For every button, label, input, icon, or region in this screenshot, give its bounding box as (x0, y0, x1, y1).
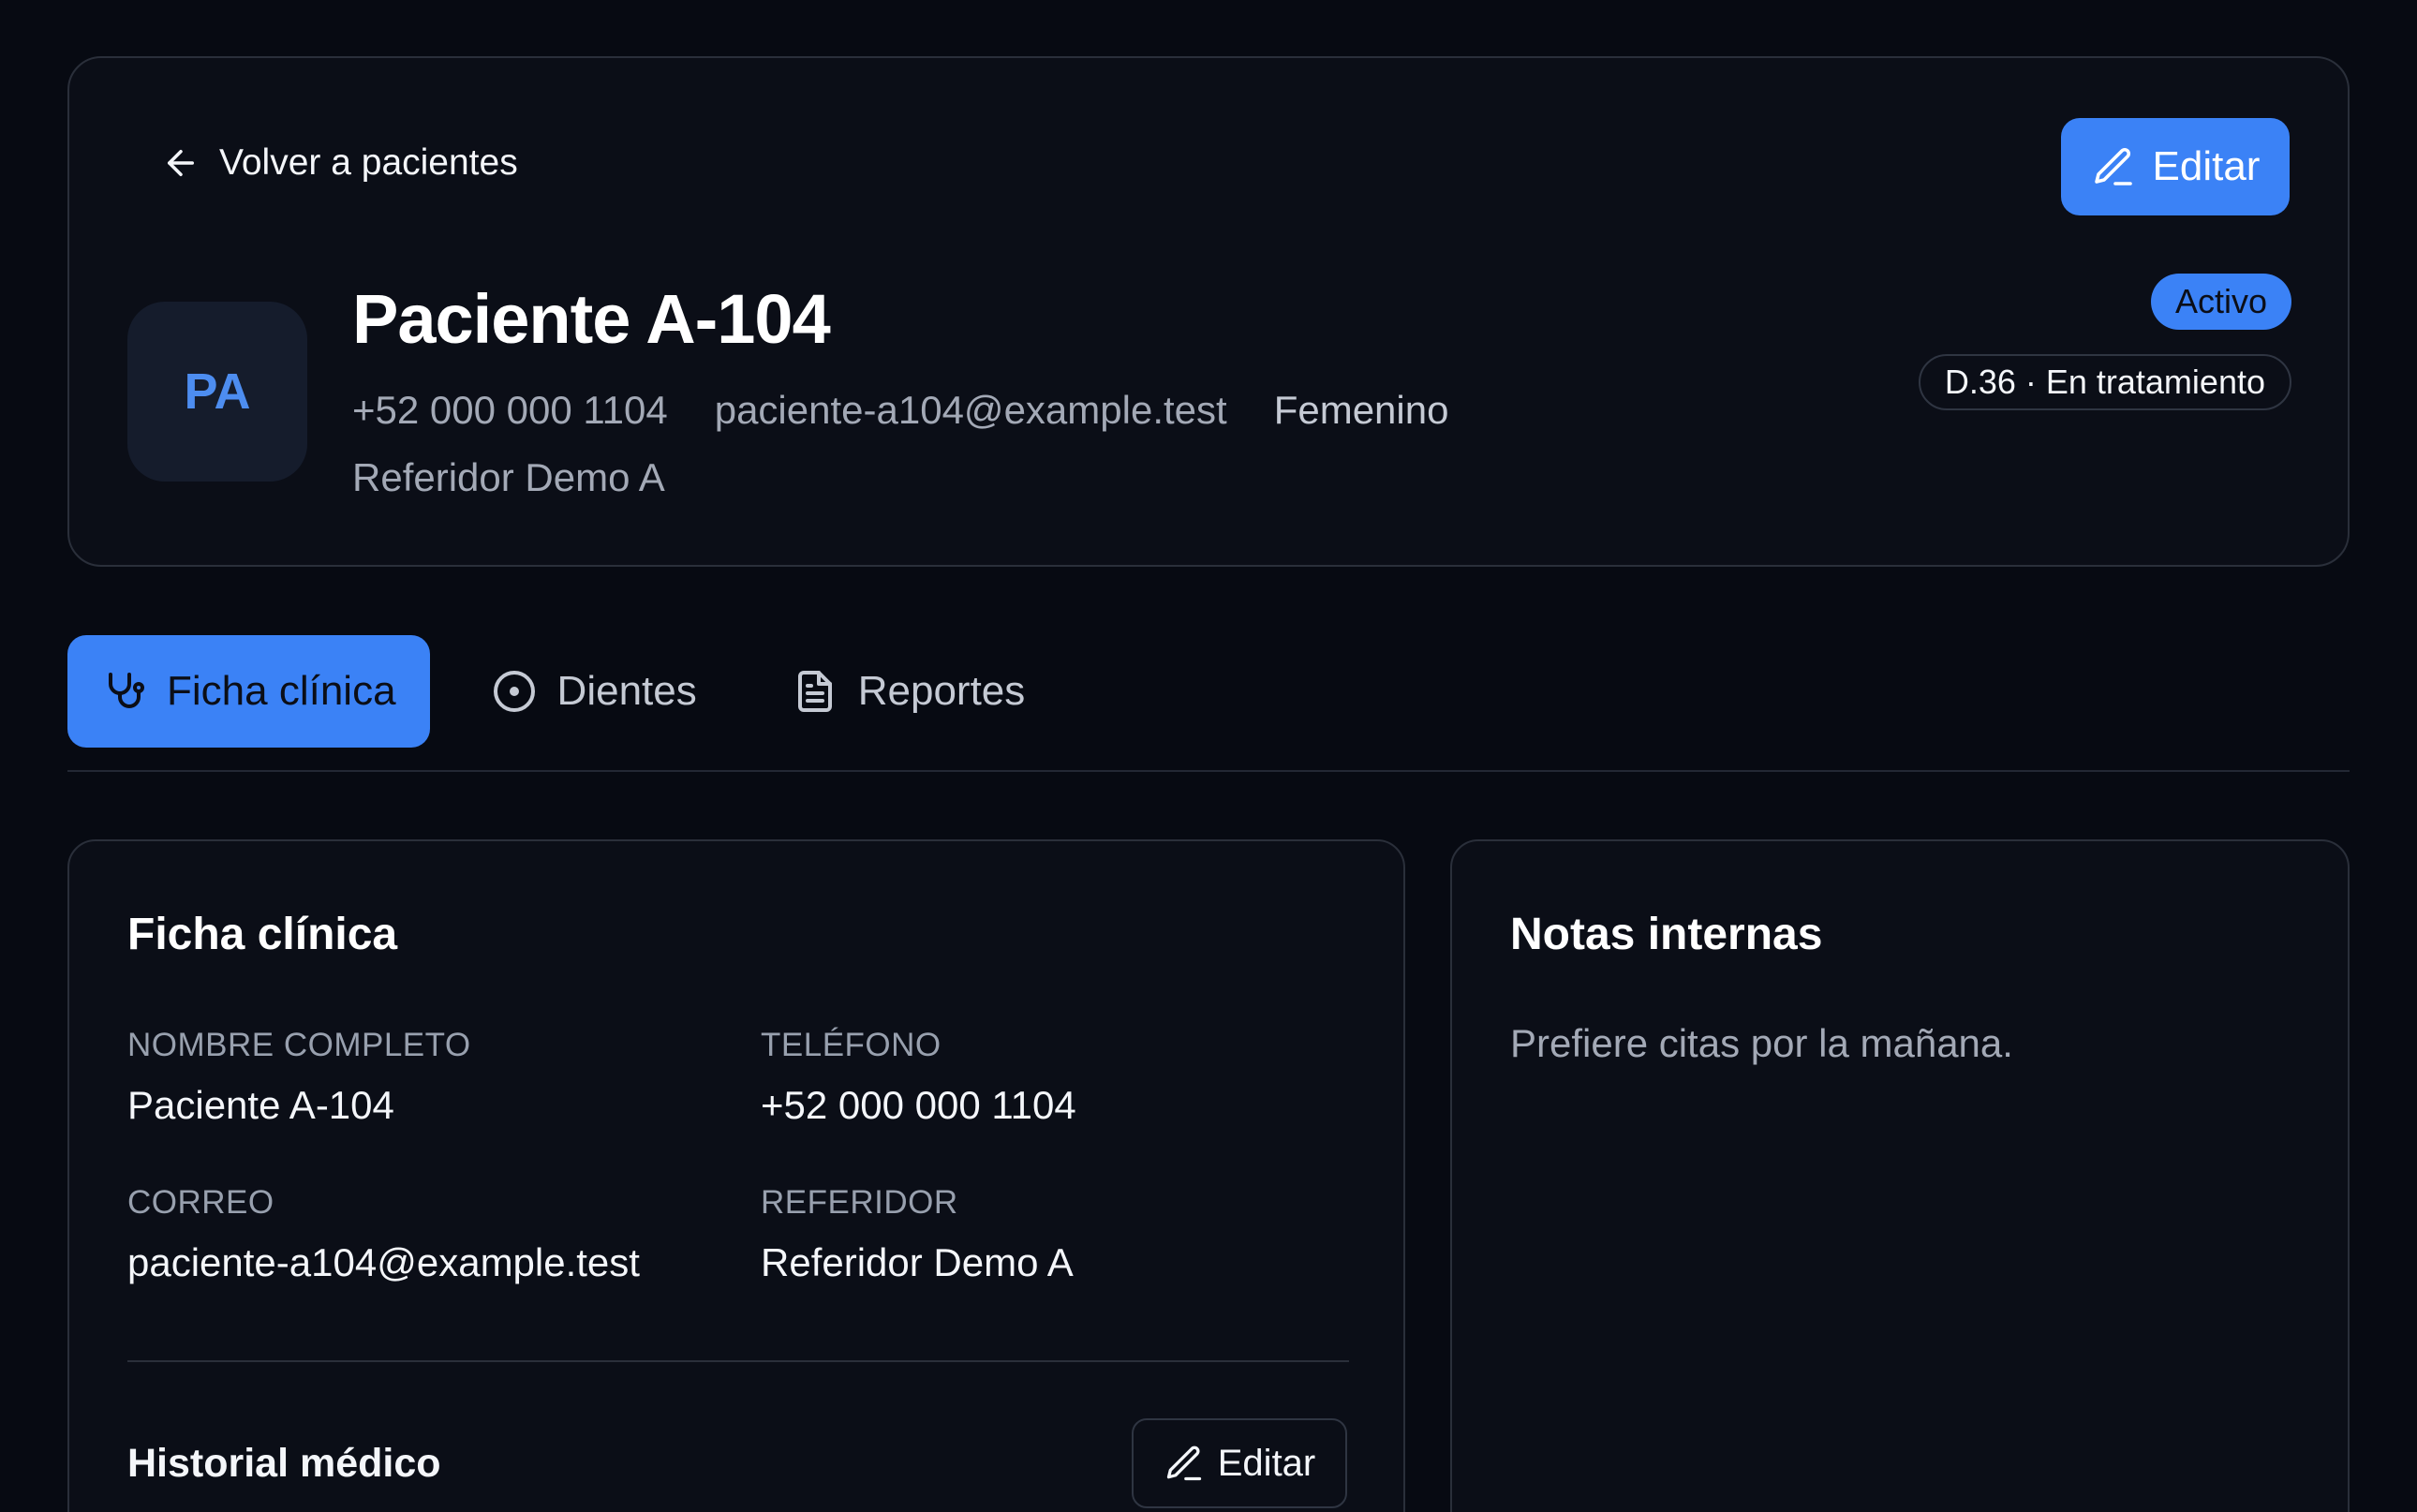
circle-dot-icon (493, 671, 535, 712)
phone-value: +52 000 000 1104 (761, 1083, 1076, 1127)
edit-medical-history-button[interactable]: Editar (1132, 1418, 1347, 1508)
card-divider (127, 1360, 1349, 1362)
treatment-badge: D.36 · En tratamiento (1918, 354, 2291, 410)
tab-label: Dientes (556, 668, 697, 714)
tab-reportes[interactable]: Reportes (759, 635, 1060, 748)
avatar: PA (127, 302, 307, 482)
email-value: paciente-a104@example.test (127, 1240, 640, 1284)
patient-gender: Femenino (1273, 388, 1449, 432)
document-icon (797, 671, 832, 712)
full-name-label: NOMBRE COMPLETO (127, 1027, 471, 1063)
pencil-icon (2094, 147, 2132, 185)
avatar-initials: PA (184, 363, 251, 420)
tab-label: Reportes (857, 668, 1026, 714)
patient-email: paciente-a104@example.test (714, 388, 1227, 432)
tabs-divider (67, 770, 2350, 772)
email-label: CORREO (127, 1184, 274, 1221)
patient-header-card: Volver a pacientes Editar PA Paciente A-… (67, 56, 2350, 567)
patient-detail-page: Volver a pacientes Editar PA Paciente A-… (0, 0, 2417, 1512)
pencil-icon (1166, 1445, 1201, 1481)
status-badge: Activo (2150, 274, 2291, 330)
patient-referrer: Referidor Demo A (352, 455, 665, 499)
referrer-value: Referidor Demo A (761, 1240, 1074, 1284)
tab-ficha-clinica[interactable]: Ficha clínica (67, 635, 430, 748)
edit-button-label: Editar (2152, 143, 2261, 189)
full-name-value: Paciente A-104 (127, 1083, 394, 1127)
edit-button-label: Editar (1217, 1442, 1316, 1484)
back-to-patients-link[interactable]: Volver a pacientes (161, 142, 518, 184)
phone-label: TELÉFONO (761, 1027, 942, 1063)
referrer-label: REFERIDOR (761, 1184, 958, 1221)
patient-meta-row: +52 000 000 1104 paciente-a104@example.t… (352, 388, 1448, 433)
patient-phone: +52 000 000 1104 (352, 388, 668, 432)
patient-tabs: Ficha clínica Dientes Reportes (67, 635, 1059, 748)
back-link-label: Volver a pacientes (219, 142, 518, 183)
tab-label: Ficha clínica (167, 668, 396, 714)
notes-text: Prefiere citas por la mañana. (1510, 1021, 2013, 1065)
notes-card-title: Notas internas (1510, 910, 1823, 959)
page-title: Paciente A-104 (352, 280, 831, 358)
clinical-card-title: Ficha clínica (127, 910, 398, 959)
clinical-record-card: Ficha clínica NOMBRE COMPLETO Paciente A… (67, 839, 1405, 1512)
edit-patient-button[interactable]: Editar (2061, 118, 2290, 215)
tab-dientes[interactable]: Dientes (458, 635, 731, 748)
stethoscope-icon (109, 673, 144, 708)
medical-history-title: Historial médico (127, 1441, 441, 1486)
arrow-left-icon (168, 150, 194, 176)
internal-notes-card: Notas internas Prefiere citas por la mañ… (1450, 839, 2350, 1512)
